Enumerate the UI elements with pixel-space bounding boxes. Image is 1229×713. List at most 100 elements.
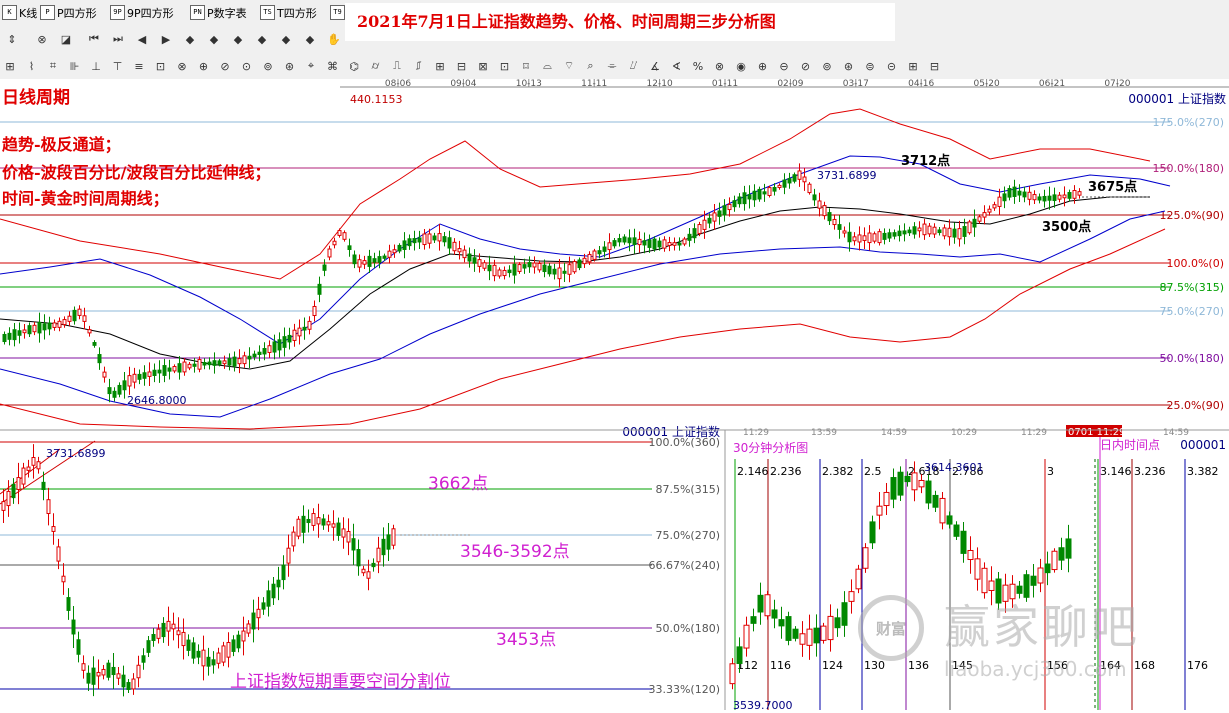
p-square-tab[interactable]: P P四方形 bbox=[40, 4, 97, 21]
drawing-tool-icon[interactable]: ⊕ bbox=[755, 58, 771, 74]
candle-body bbox=[922, 223, 927, 236]
drawing-tool-icon[interactable]: ◉ bbox=[733, 58, 749, 74]
drawing-tool-icon[interactable]: ⊜ bbox=[862, 58, 878, 74]
candle-body bbox=[417, 237, 422, 243]
candle-body bbox=[517, 264, 522, 272]
drawing-tool-icon[interactable]: ⊞ bbox=[905, 58, 921, 74]
diamond-icon-3[interactable]: ◆ bbox=[230, 31, 246, 47]
drawing-tool-icon[interactable]: ∡ bbox=[647, 58, 663, 74]
pattern-icon[interactable]: ⊗ bbox=[34, 31, 50, 47]
drawing-tool-icon[interactable]: ⊗ bbox=[712, 58, 728, 74]
drawing-tool-icon[interactable]: ⌗ bbox=[45, 58, 61, 74]
drawing-tool-icon[interactable]: ⌓ bbox=[540, 58, 556, 74]
date-tick-label: 07-20 bbox=[1104, 79, 1130, 89]
candle-body bbox=[764, 594, 771, 617]
drawing-tool-icon[interactable]: ⊥ bbox=[88, 58, 104, 74]
first-icon[interactable]: ⏮ bbox=[86, 31, 102, 47]
kline-tab[interactable]: K K线 bbox=[2, 4, 37, 21]
drawing-tool-icon[interactable]: ⊟ bbox=[454, 58, 470, 74]
annotation-trend: 趋势-极反通道； bbox=[2, 135, 121, 154]
t-square-tab[interactable]: TS T四方形 bbox=[260, 4, 317, 21]
candle-body bbox=[101, 668, 106, 676]
fill-icon[interactable]: ◪ bbox=[58, 31, 74, 47]
drawing-tool-icon[interactable]: ⊟ bbox=[927, 58, 943, 74]
9p-square-tab[interactable]: 9P 9P四方形 bbox=[110, 4, 174, 21]
candle-body bbox=[97, 354, 102, 364]
drawing-tool-icon[interactable]: ∢ bbox=[669, 58, 685, 74]
candle-body bbox=[391, 528, 396, 546]
current-time: 0701 11:29 bbox=[1068, 427, 1125, 438]
candle-body bbox=[867, 232, 872, 244]
cycle-label-bottom: 168 bbox=[1134, 659, 1155, 672]
next-icon[interactable]: ▶ bbox=[158, 31, 174, 47]
date-tick-label: 09-04 bbox=[450, 79, 476, 89]
candle-body bbox=[1067, 192, 1072, 199]
candle-body bbox=[827, 212, 832, 222]
thirty-minute-index-name: 000001 bbox=[1180, 438, 1226, 452]
drawing-tool-icon[interactable]: ⊖ bbox=[776, 58, 792, 74]
diamond-icon-2[interactable]: ◆ bbox=[206, 31, 222, 47]
drawing-tool-icon[interactable]: ⊠ bbox=[475, 58, 491, 74]
thirty-minute-low: 3539.7000 bbox=[733, 699, 793, 710]
drawing-tool-icon[interactable]: ⊚ bbox=[819, 58, 835, 74]
candle-body bbox=[817, 200, 822, 209]
price-label-3453: 3453点 bbox=[496, 630, 557, 650]
drawing-tool-icon[interactable]: ⊛ bbox=[841, 58, 857, 74]
diamond-icon-6[interactable]: ◆ bbox=[302, 31, 318, 47]
drawing-tool-icon[interactable]: ⎎ bbox=[411, 58, 427, 74]
candle-body bbox=[216, 652, 221, 664]
chart-area[interactable]: 175.0%(270) 150.0%(180) 125.0%(90) 100.0%(0… bbox=[0, 79, 1229, 712]
drawing-tool-icon[interactable]: ⊡ bbox=[153, 58, 169, 74]
candle-body bbox=[292, 329, 297, 341]
candle-body bbox=[982, 212, 987, 218]
drawing-tool-icon[interactable]: % bbox=[690, 58, 706, 74]
drawing-tool-icon[interactable]: ⊪ bbox=[67, 58, 83, 74]
candle-body bbox=[52, 322, 57, 328]
drawing-tool-icon[interactable]: ⌘ bbox=[325, 58, 341, 74]
drawing-tool-icon[interactable]: ⌭ bbox=[368, 58, 384, 74]
drawing-tool-icon[interactable]: ⊛ bbox=[282, 58, 298, 74]
drawing-tool-icon[interactable]: ⌇ bbox=[24, 58, 40, 74]
drawing-tool-icon[interactable]: ⊞ bbox=[2, 58, 18, 74]
drawing-tool-icon[interactable]: ⌖ bbox=[303, 58, 319, 74]
last-icon[interactable]: ⏭ bbox=[110, 31, 126, 47]
p-number-table-tab[interactable]: PN P数字表 bbox=[190, 4, 247, 21]
prev-icon[interactable]: ◀ bbox=[134, 31, 150, 47]
diamond-icon-1[interactable]: ◆ bbox=[182, 31, 198, 47]
candle-body bbox=[182, 361, 187, 373]
date-tick-label: 08-06 bbox=[385, 79, 411, 89]
thirty-minute-title: 30分钟分析图 bbox=[733, 440, 808, 455]
drawing-tool-icon[interactable]: ⌯ bbox=[604, 58, 620, 74]
candle-body bbox=[356, 549, 361, 567]
drawing-tool-icon[interactable]: ⌬ bbox=[346, 58, 362, 74]
candle-body bbox=[386, 534, 391, 550]
drawing-tool-icon[interactable]: ⊡ bbox=[497, 58, 513, 74]
diamond-icon-4[interactable]: ◆ bbox=[254, 31, 270, 47]
candle-body bbox=[627, 237, 632, 244]
drawing-tool-icon[interactable]: ⊕ bbox=[196, 58, 212, 74]
drawing-tool-icon[interactable]: ⊗ bbox=[174, 58, 190, 74]
drawing-tool-icon[interactable]: ⌔ bbox=[561, 58, 577, 74]
drawing-tool-icon[interactable]: ⊞ bbox=[432, 58, 448, 74]
drawing-tool-icon[interactable]: ≡ bbox=[131, 58, 147, 74]
drawing-tool-icon[interactable]: ⊤ bbox=[110, 58, 126, 74]
drawing-tool-icon[interactable]: ⌕ bbox=[583, 58, 599, 74]
drawing-tool-icon[interactable]: ⊘ bbox=[798, 58, 814, 74]
candle-body bbox=[266, 590, 271, 607]
candle-body bbox=[412, 238, 417, 244]
drawing-tool-icon[interactable]: ⊙ bbox=[239, 58, 255, 74]
drawing-tool-icon[interactable]: ⊝ bbox=[884, 58, 900, 74]
drawing-tool-icon[interactable]: ⌰ bbox=[626, 58, 642, 74]
cursor-icon[interactable]: ⇕ bbox=[4, 31, 20, 47]
daily-chart-panel[interactable]: 175.0%(270) 150.0%(180) 125.0%(90) 100.0%(0… bbox=[0, 79, 1229, 430]
drawing-tool-icon[interactable]: ⊘ bbox=[217, 58, 233, 74]
candle-body bbox=[477, 259, 482, 267]
thirty-minute-panel[interactable]: 2.1461122.2361162.3821242.51302.6181362.… bbox=[726, 425, 1229, 712]
candle-body bbox=[952, 228, 957, 238]
annotation-price: 价格-波段百分比/波段百分比延伸线； bbox=[2, 163, 271, 182]
drawing-tool-icon[interactable]: ⊚ bbox=[260, 58, 276, 74]
diamond-icon-5[interactable]: ◆ bbox=[278, 31, 294, 47]
hand-icon[interactable]: ✋ bbox=[326, 31, 342, 47]
drawing-tool-icon[interactable]: ⎍ bbox=[389, 58, 405, 74]
drawing-tool-icon[interactable]: ⌑ bbox=[518, 58, 534, 74]
